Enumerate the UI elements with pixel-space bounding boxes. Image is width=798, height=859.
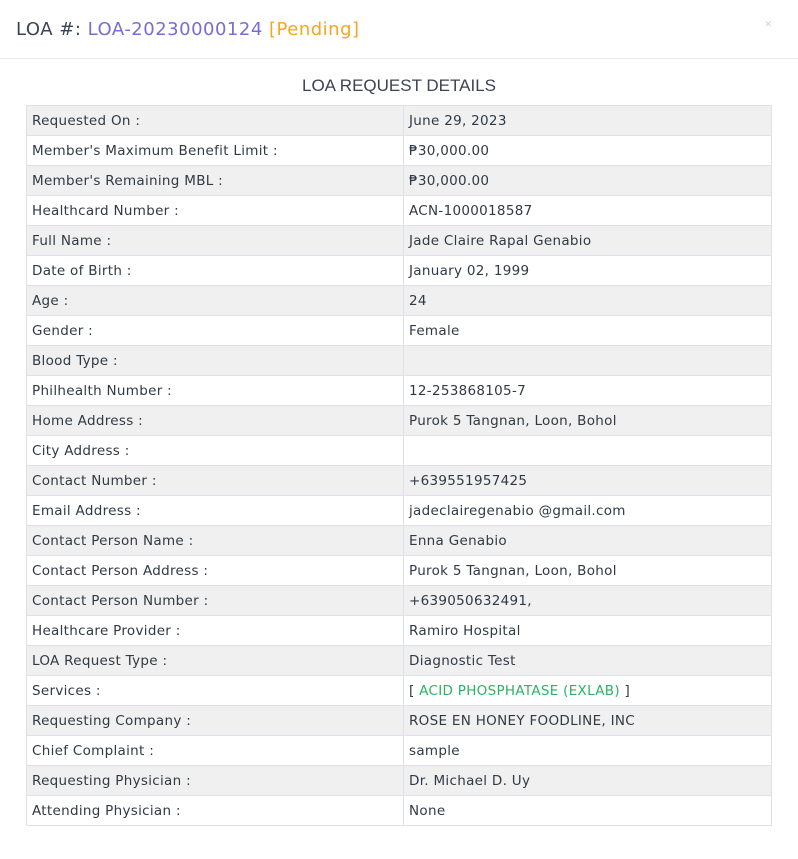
row-label: Age : [26,285,404,316]
row-value: 12-253868105-7 [403,375,772,406]
table-row: Blood Type : [26,345,772,376]
table-row: Home Address : Purok 5 Tangnan, Loon, Bo… [26,405,772,436]
row-value [403,435,772,466]
row-label: Date of Birth : [26,255,404,286]
table-row: Requesting Physician : Dr. Michael D. Uy [26,765,772,796]
row-label: LOA Request Type : [26,645,404,676]
row-value: Jade Claire Rapal Genabio [403,225,772,256]
row-label: Contact Person Number : [26,585,404,616]
row-value: ACN-1000018587 [403,195,772,226]
table-row: Member's Remaining MBL : ₱30,000.00 [26,165,772,196]
row-value: Female [403,315,772,346]
table-row: Contact Number : +639551957425 [26,465,772,496]
row-label: Home Address : [26,405,404,436]
table-row: Healthcare Provider : Ramiro Hospital [26,615,772,646]
row-label: Requested On : [26,105,404,136]
close-icon[interactable]: ✕ [764,20,772,30]
row-value: None [403,795,772,826]
loa-details-table: Requested On : June 29, 2023 Member's Ma… [26,105,772,826]
row-label: City Address : [26,435,404,466]
row-value: ₱30,000.00 [403,135,772,166]
loa-title: LOA #: LOA-20230000124 [Pending] [16,19,360,40]
row-value: Purok 5 Tangnan, Loon, Bohol [403,555,772,586]
row-value: June 29, 2023 [403,105,772,136]
row-value [403,345,772,376]
row-value: Dr. Michael D. Uy [403,765,772,796]
row-label: Full Name : [26,225,404,256]
loa-prefix: LOA #: [16,18,82,40]
section-title: LOA REQUEST DETAILS [302,76,496,95]
table-row: Contact Person Name : Enna Genabio [26,525,772,556]
table-row: Services : [ ACID PHOSPHATASE (EXLAB) ] [26,675,772,706]
loa-number: LOA-20230000124 [87,18,263,40]
row-label: Chief Complaint : [26,735,404,766]
table-row: Healthcard Number : ACN-1000018587 [26,195,772,226]
row-label: Contact Person Address : [26,555,404,586]
row-label: Attending Physician : [26,795,404,826]
table-row: Full Name : Jade Claire Rapal Genabio [26,225,772,256]
table-row: Email Address : jadeclairegenabio @gmail… [26,495,772,526]
row-label: Member's Maximum Benefit Limit : [26,135,404,166]
table-row: Contact Person Address : Purok 5 Tangnan… [26,555,772,586]
row-value: ₱30,000.00 [403,165,772,196]
table-row: Contact Person Number : +639050632491, [26,585,772,616]
status-badge: [Pending] [269,18,360,40]
table-row: Requested On : June 29, 2023 [26,105,772,136]
row-value: Enna Genabio [403,525,772,556]
row-value: Ramiro Hospital [403,615,772,646]
service-item: ACID PHOSPHATASE (EXLAB) [419,682,620,699]
row-label: Healthcare Provider : [26,615,404,646]
services-open-bracket: [ [409,682,420,699]
row-value: Purok 5 Tangnan, Loon, Bohol [403,405,772,436]
row-label: Email Address : [26,495,404,526]
row-value: January 02, 1999 [403,255,772,286]
row-value: 24 [403,285,772,316]
table-row: Age : 24 [26,285,772,316]
table-row: City Address : [26,435,772,466]
table-row: Date of Birth : January 02, 1999 [26,255,772,286]
table-row: Attending Physician : None [26,795,772,826]
table-row: LOA Request Type : Diagnostic Test [26,645,772,676]
row-label: Gender : [26,315,404,346]
row-label: Contact Person Name : [26,525,404,556]
table-row: Gender : Female [26,315,772,346]
row-label: Contact Number : [26,465,404,496]
services-close-bracket: ] [619,682,631,699]
row-label: Requesting Company : [26,705,404,736]
table-row: Chief Complaint : sample [26,735,772,766]
row-value-services: [ ACID PHOSPHATASE (EXLAB) ] [403,675,772,706]
row-value: jadeclairegenabio @gmail.com [403,495,772,526]
table-row: Requesting Company : ROSE EN HONEY FOODL… [26,705,772,736]
row-label: Member's Remaining MBL : [26,165,404,196]
row-value: ROSE EN HONEY FOODLINE, INC [403,705,772,736]
row-value: Diagnostic Test [403,645,772,676]
row-value: +639050632491, [403,585,772,616]
row-label: Healthcard Number : [26,195,404,226]
row-label: Services : [26,675,404,706]
row-label: Requesting Physician : [26,765,404,796]
row-value: sample [403,735,772,766]
table-row: Member's Maximum Benefit Limit : ₱30,000… [26,135,772,166]
modal-header: LOA #: LOA-20230000124 [Pending] ✕ [0,0,798,59]
table-row: Philhealth Number : 12-253868105-7 [26,375,772,406]
row-label: Philhealth Number : [26,375,404,406]
row-label: Blood Type : [26,345,404,376]
row-value: +639551957425 [403,465,772,496]
